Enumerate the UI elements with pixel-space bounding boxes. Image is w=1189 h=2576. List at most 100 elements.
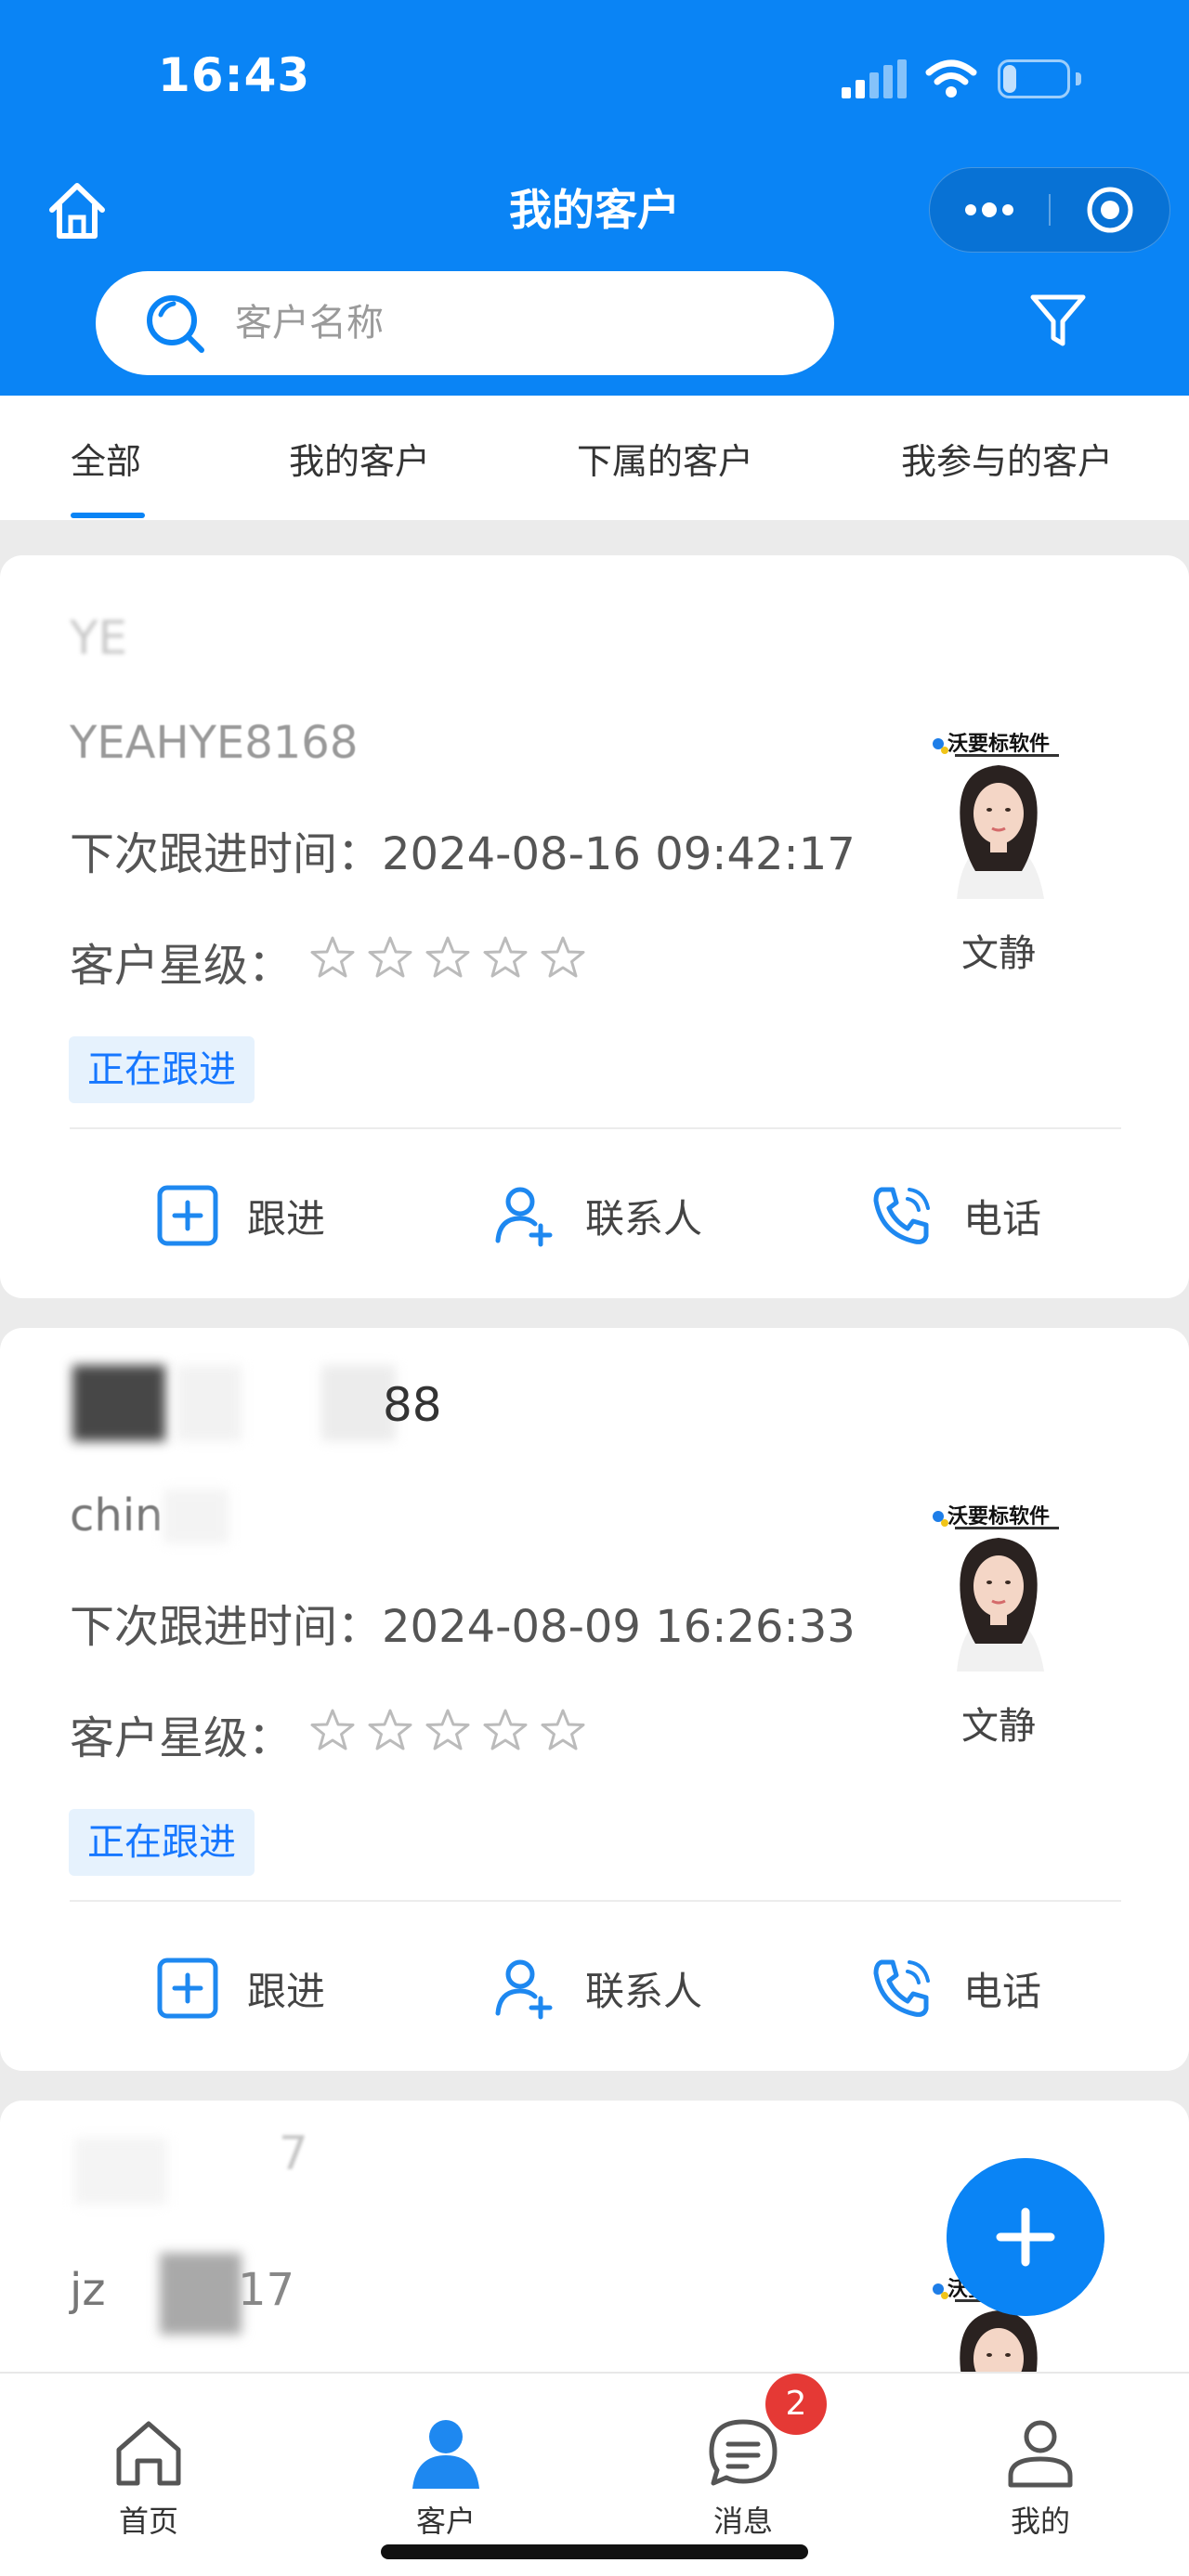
rating-label: 客户星级：: [70, 940, 294, 992]
status-badge: 正在跟进: [69, 1036, 255, 1103]
more-icon[interactable]: [930, 168, 1049, 252]
redacted-block: [163, 1490, 229, 1543]
signal-icon: [842, 59, 907, 98]
customer-card[interactable]: 88 chin 下次跟进时间：2024-08-09 16:26:33 客户星级：…: [0, 1328, 1189, 2071]
follow-label: 跟进: [247, 1968, 326, 2014]
card-divider: [70, 1900, 1121, 1902]
battery-cap: [1076, 72, 1081, 85]
next-followup-label: 下次跟进时间：: [70, 828, 383, 880]
nav-mine[interactable]: 我的: [947, 2374, 1133, 2539]
add-contact-icon: [495, 1959, 553, 2020]
search-icon: [147, 295, 204, 353]
tab-all[interactable]: 全部: [71, 433, 141, 484]
phone-icon: [873, 1187, 930, 1244]
unread-badge: 2: [765, 2374, 827, 2435]
message-icon: [709, 2419, 777, 2486]
user-icon: [1008, 2420, 1073, 2488]
tab-my-customers[interactable]: 我的客户: [289, 433, 430, 484]
customer-rating: 客户星级：: [70, 929, 720, 992]
watermark-text: 沃要标软件: [947, 1504, 1050, 1529]
card-actions: 跟进 联系人 电话: [0, 1174, 1189, 1257]
phone-icon: [873, 1959, 930, 2017]
follow-label: 跟进: [247, 1195, 326, 1242]
status-time: 16:43: [158, 48, 311, 102]
redacted-block: [160, 2253, 242, 2335]
customer-name: 88: [383, 1378, 442, 1432]
nav-customers[interactable]: 客户: [353, 2374, 539, 2539]
owner-avatar: 沃要标软件: [929, 732, 1068, 899]
star-icon: [425, 936, 470, 978]
nav-messages[interactable]: 消息 2: [650, 2374, 836, 2539]
star-icon: [483, 936, 528, 978]
owner-name: 文静: [961, 932, 1036, 975]
battery-percent: 21: [1014, 62, 1053, 95]
customer-code: chin: [70, 1490, 163, 1542]
phone-label: 电话: [963, 1968, 1042, 2014]
star-icon: [541, 936, 585, 978]
home-indicator: [381, 2544, 808, 2559]
customer-card[interactable]: YE YEAHYE8168 下次跟进时间：2024-08-16 09:42:17…: [0, 555, 1189, 1298]
redacted-block: [72, 1365, 165, 1441]
follow-button[interactable]: 跟进: [156, 1946, 325, 2030]
person-icon: [412, 2420, 479, 2489]
tab-bar: 全部 我的客户 下属的客户 我参与的客户: [0, 396, 1189, 520]
customer-name: YE: [70, 611, 128, 665]
status-badge: 正在跟进: [69, 1809, 255, 1876]
contact-button[interactable]: 联系人: [492, 1946, 702, 2030]
rating-label: 客户星级：: [70, 1712, 294, 1764]
watermark-text: 沃要标软件: [947, 732, 1050, 756]
star-icon: [425, 1709, 470, 1750]
owner-name: 文静: [961, 1705, 1036, 1748]
star-icon: [368, 1709, 412, 1750]
add-square-icon: [157, 1185, 218, 1246]
star-icon: [310, 1709, 355, 1750]
star-rating: [308, 1707, 587, 1753]
contact-label: 联系人: [585, 1968, 703, 2014]
search-box[interactable]: [96, 271, 834, 375]
phone-label: 电话: [963, 1195, 1042, 1242]
next-followup-time: 2024-08-16 09:42:17: [382, 828, 856, 880]
add-contact-icon: [495, 1187, 553, 1247]
tab-participating-customers[interactable]: 我参与的客户: [901, 433, 1113, 484]
star-icon: [541, 1709, 585, 1750]
redacted-block: [176, 1365, 242, 1441]
customer-code: YEAHYE8168: [70, 717, 359, 769]
star-icon: [310, 936, 355, 978]
next-followup: 下次跟进时间：2024-08-16 09:42:17: [70, 817, 856, 882]
close-target-icon[interactable]: [1051, 168, 1169, 252]
contact-button[interactable]: 联系人: [492, 1174, 702, 1257]
mini-program-capsule: [929, 167, 1170, 253]
customer-code: jz: [70, 2264, 106, 2316]
tab-subordinate-customers[interactable]: 下属的客户: [577, 433, 753, 484]
customer-code-suffix: 17: [238, 2264, 295, 2316]
tab-indicator: [71, 513, 145, 518]
phone-button[interactable]: 电话: [869, 1946, 1041, 2030]
phone-button[interactable]: 电话: [869, 1174, 1041, 1257]
redacted-block: [74, 2138, 167, 2205]
card-actions: 跟进 联系人 电话: [0, 1946, 1189, 2030]
nav-label: 首页: [118, 2504, 178, 2539]
card-divider: [70, 1127, 1121, 1129]
header: 16:43 21 我的客户: [0, 0, 1189, 396]
wifi-icon: [925, 59, 977, 98]
contact-label: 联系人: [585, 1195, 703, 1242]
customer-name: 7: [279, 2127, 308, 2180]
next-followup: 下次跟进时间：2024-08-09 16:26:33: [70, 1590, 856, 1655]
star-rating: [308, 934, 587, 981]
owner-avatar: 沃要标软件: [929, 1504, 1068, 1672]
star-icon: [368, 936, 412, 978]
search-input[interactable]: [235, 295, 792, 351]
next-followup-label: 下次跟进时间：: [70, 1601, 383, 1653]
add-customer-button[interactable]: [947, 2158, 1104, 2316]
nav-label: 我的: [1010, 2504, 1070, 2539]
customer-rating: 客户星级：: [70, 1701, 720, 1764]
home-icon: [116, 2421, 181, 2486]
follow-button[interactable]: 跟进: [156, 1174, 325, 1257]
nav-home[interactable]: 首页: [56, 2374, 242, 2539]
battery-icon: 21: [998, 59, 1070, 98]
next-followup-time: 2024-08-09 16:26:33: [382, 1601, 856, 1653]
add-square-icon: [157, 1958, 218, 2019]
nav-label: 客户: [415, 2504, 476, 2539]
nav-label: 消息: [712, 2504, 773, 2539]
filter-icon[interactable]: [1027, 290, 1089, 351]
